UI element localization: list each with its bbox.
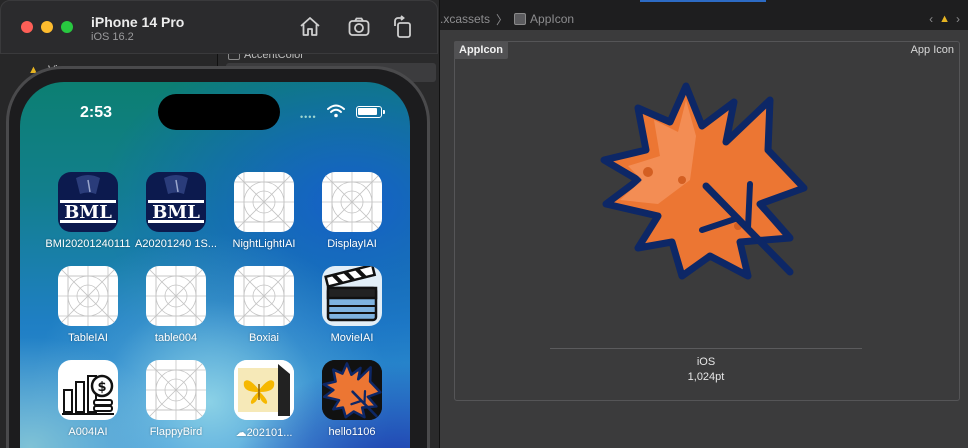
app-icon-movie[interactable]: MovieIAI [308,266,396,356]
status-bar-time: 2:53 [80,104,113,121]
chevron-right-icon[interactable]: › [956,12,960,26]
appicon-panel-tag: AppIcon [454,41,508,59]
jump-bar: .xcassets 〉 AppIcon [440,0,968,30]
jump-nav-controls: ‹ ▲ › [929,12,960,26]
placeholder-grid-icon [146,360,206,420]
app-label: BMI20201240111 [45,238,131,250]
simulator-titlebar[interactable]: iPhone 14 Pro iOS 16.2 [0,0,438,54]
app-label: NightLightIAI [232,238,296,250]
breadcrumb-separator: 〉 [496,12,509,27]
app-label-downloading: ☁202101... [235,427,293,439]
status-dots-icon: •••• [300,112,317,122]
app-icon-table[interactable]: TableIAI [44,266,132,356]
placeholder-grid-icon [234,266,294,326]
svg-text:$: $ [97,380,106,395]
rotate-device-icon[interactable] [391,15,415,39]
app-icon-boxiai[interactable]: Boxiai [220,266,308,356]
money-chart-icon: $ [58,360,118,420]
app-icon-hello1106[interactable]: hello1106 [308,360,396,448]
breadcrumb-current[interactable]: AppIcon [530,12,574,26]
active-tab-indicator [640,0,766,2]
chevron-left-icon[interactable]: ‹ [929,12,933,26]
app-label: table004 [154,332,198,344]
app-icon-a004[interactable]: $ A004IAI [44,360,132,448]
warning-icon[interactable]: ▲ [939,13,950,25]
dynamic-island [158,94,280,130]
placeholder-grid-icon [322,172,382,232]
app-label: DisplayIAI [327,238,377,250]
app-icon-display[interactable]: DisplayIAI [308,172,396,262]
app-icon-nightlight[interactable]: NightLightIAI [220,172,308,262]
device-name: iPhone 14 Pro [91,14,185,30]
bml-icon: BML [146,172,206,232]
screenshot-camera-icon[interactable] [347,15,371,39]
appicon-file-icon [514,13,527,25]
simulator-window: iPhone 14 Pro iOS 16.2 2:53 •••• BML BMI… [0,0,438,448]
app-label: TableIAI [68,332,108,344]
app-label: A20201240 1S... [135,238,217,250]
app-label: MovieIAI [330,332,374,344]
app-icon-a2020[interactable]: BML A20201240 1S... [132,172,220,262]
placeholder-grid-icon [146,266,206,326]
icloud-download-icon: ☁ [235,427,247,439]
app-label: FlappyBird [149,426,203,438]
bml-icon: BML [58,172,118,232]
zoom-window-button[interactable] [61,21,73,33]
slot-divider [550,348,862,349]
placeholder-grid-icon [58,266,118,326]
svg-text:BML: BML [152,202,200,223]
slot-platform-label: iOS [696,356,716,368]
clapperboard-icon [322,266,382,326]
battery-icon [356,106,385,118]
app-icon-flappybird[interactable]: FlappyBird [132,360,220,448]
appicon-type-label: App Icon [910,44,954,56]
app-icon-2021[interactable]: ☁202101... [220,360,308,448]
maple-leaf-icon[interactable] [598,80,810,280]
butterfly-icon [234,360,294,420]
device-os-version: iOS 16.2 [91,31,134,43]
minimize-window-button[interactable] [41,21,53,33]
app-label: A004IAI [68,426,108,438]
slot-size-label: 1,024pt [687,371,725,383]
app-label: Boxiai [249,332,279,344]
wifi-icon [327,104,345,118]
breadcrumb-folder[interactable]: .xcassets [440,12,490,26]
app-icon-table004[interactable]: table004 [132,266,220,356]
maple-leaf-icon [322,360,382,420]
svg-text:BML: BML [64,202,112,223]
close-window-button[interactable] [21,21,33,33]
placeholder-grid-icon [234,172,294,232]
app-label: hello1106 [328,426,376,438]
home-icon[interactable] [298,15,322,39]
app-icon-bmi[interactable]: BML BMI20201240111 [44,172,132,262]
